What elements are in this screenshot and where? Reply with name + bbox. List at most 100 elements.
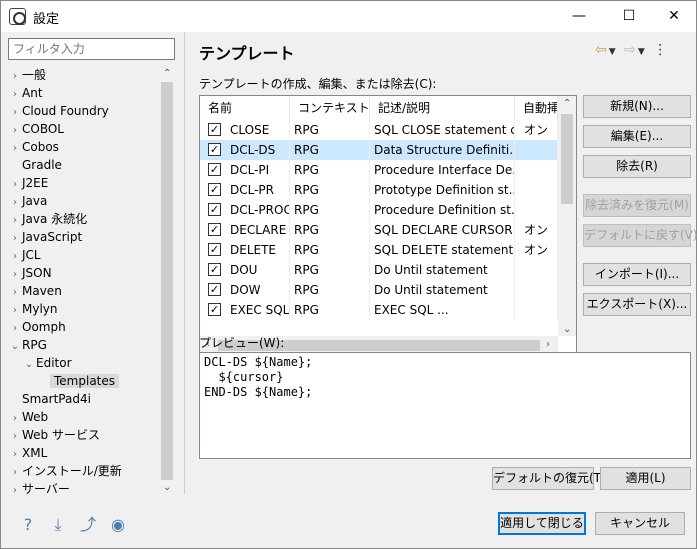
enable-checkbox[interactable]: ✓ [208, 123, 221, 136]
import-button[interactable]: インポート(I)... [583, 263, 691, 286]
tree-item[interactable]: › Web サービス [8, 426, 100, 444]
cell-context: RPG [290, 120, 370, 140]
more-icon[interactable]: ⋮ [653, 42, 669, 58]
tree-item[interactable]: › Cobos [8, 138, 59, 156]
back-arrow-icon[interactable]: ⇦ [595, 42, 609, 58]
export-button[interactable]: エクスポート(X)... [583, 293, 691, 316]
forward-menu-icon[interactable]: ▼ [638, 47, 647, 57]
window-title: 設定 [33, 12, 60, 27]
apply-button[interactable]: 適用(L) [600, 467, 691, 490]
remove-button[interactable]: 除去(R) [583, 155, 691, 178]
pane-divider[interactable] [184, 32, 185, 494]
close-button[interactable]: ✕ [651, 1, 697, 32]
tree-item[interactable]: › Oomph [8, 318, 66, 336]
enable-checkbox[interactable]: ✓ [208, 183, 221, 196]
scroll-down-icon[interactable]: ⌄ [163, 482, 171, 493]
table-row[interactable]: ✓ DOW RPG Do Until statement [200, 280, 558, 300]
tree-item[interactable]: › JCL [8, 246, 41, 264]
forward-arrow-icon[interactable]: ⇨ [624, 42, 638, 58]
chevron-down-icon[interactable]: ⌄ [22, 356, 36, 374]
enable-checkbox[interactable]: ✓ [208, 203, 221, 216]
page-title: テンプレート [199, 44, 295, 63]
tree-item[interactable]: › XML [8, 444, 47, 462]
tree-item[interactable]: › Web [8, 408, 48, 426]
apply-and-close-button[interactable]: 適用して閉じる [498, 512, 586, 535]
tree-item[interactable]: › Mylyn [8, 300, 58, 318]
cell-desc: Data Structure Definiti... [370, 140, 515, 160]
tree-item[interactable]: › Maven [8, 282, 62, 300]
tree-item[interactable]: › JavaScript [8, 228, 82, 246]
restore-defaults-button[interactable]: デフォルトの復元(T) [492, 467, 606, 490]
cell-desc: Prototype Definition st... [370, 180, 515, 200]
table-row[interactable]: ✓ DOU RPG Do Until statement [200, 260, 558, 280]
table-row[interactable]: ✓ DECLARE RPG SQL DECLARE CURSOR ... オン [200, 220, 558, 240]
new-button[interactable]: 新規(N)... [583, 95, 691, 118]
table-row[interactable]: ✓ CLOSE RPG SQL CLOSE statement c... オン [200, 120, 558, 140]
column-header-context[interactable]: コンテキスト [290, 96, 370, 120]
cancel-button[interactable]: キャンセル [595, 512, 685, 535]
tree-item[interactable]: › JSON [8, 264, 52, 282]
tree-item[interactable]: Gradle [8, 156, 62, 174]
table-vscroll-thumb[interactable] [561, 114, 573, 204]
table-vertical-scrollbar[interactable]: ⌃ ⌄ [558, 96, 576, 336]
table-row[interactable]: ✓ DCL-DS RPG Data Structure Definiti... [200, 140, 558, 160]
enable-checkbox[interactable]: ✓ [208, 163, 221, 176]
cell-name: CLOSE [224, 120, 290, 140]
cell-auto [515, 200, 558, 220]
enable-checkbox[interactable]: ✓ [208, 143, 221, 156]
tree-item[interactable]: ⌄ Editor [22, 354, 72, 372]
table-row[interactable]: ✓ DELETE RPG SQL DELETE statement ... オン [200, 240, 558, 260]
column-header-auto-insert[interactable]: 自動挿 [515, 96, 558, 120]
tree-scroll-thumb[interactable] [161, 82, 173, 480]
column-header-description[interactable]: 記述/説明 [370, 96, 515, 120]
scroll-up-icon[interactable]: ⌃ [563, 98, 571, 109]
scroll-right-icon[interactable]: › [546, 339, 550, 350]
tree-item[interactable]: › J2EE [8, 174, 48, 192]
tree-item[interactable]: › Cloud Foundry [8, 102, 109, 120]
table-row[interactable]: ✓ DCL-PR RPG Prototype Definition st... [200, 180, 558, 200]
cell-auto: オン [515, 240, 558, 260]
tree-item[interactable]: Templates [36, 372, 120, 390]
tree-item-label: JSON [22, 266, 52, 280]
tree-item[interactable]: › COBOL [8, 120, 64, 138]
tree-item[interactable]: › Java 永続化 [8, 210, 87, 228]
record-icon[interactable]: ◉ [107, 514, 129, 536]
enable-checkbox[interactable]: ✓ [208, 283, 221, 296]
export-preferences-icon[interactable]: ⤴ [77, 514, 99, 536]
edit-button[interactable]: 編集(E)... [583, 125, 691, 148]
table-row[interactable]: ✓ EXEC SQL RPG EXEC SQL ... [200, 300, 558, 320]
tree-scrollbar[interactable]: ⌃ ⌄ [159, 66, 175, 496]
tree-item[interactable]: SmartPad4i [8, 390, 91, 408]
tree-item-label: Ant [22, 86, 43, 100]
maximize-button[interactable]: ☐ [606, 1, 652, 32]
tree-item[interactable]: › サーバー [8, 480, 70, 496]
scroll-up-icon[interactable]: ⌃ [163, 68, 171, 79]
minimize-button[interactable]: — [556, 1, 602, 32]
tree-item-label: Maven [22, 284, 62, 298]
tree-item[interactable]: › Ant [8, 84, 43, 102]
enable-checkbox[interactable]: ✓ [208, 223, 221, 236]
revert-to-default-button[interactable]: デフォルトに戻す(V) [583, 224, 697, 247]
enable-checkbox[interactable]: ✓ [208, 263, 221, 276]
table-row[interactable]: ✓ DCL-PROC RPG Procedure Definition st... [200, 200, 558, 220]
tree-item[interactable]: › インストール/更新 [8, 462, 122, 480]
chevron-right-icon[interactable]: › [8, 482, 22, 496]
tree-item-label: 一般 [22, 68, 47, 82]
enable-checkbox[interactable]: ✓ [208, 243, 221, 256]
cell-context: RPG [290, 160, 370, 180]
import-preferences-icon[interactable]: ⤓ [47, 514, 69, 536]
table-row[interactable]: ✓ DCL-PI RPG Procedure Interface De... [200, 160, 558, 180]
preview-text[interactable]: DCL-DS ${Name}; ${cursor} END-DS ${Name}… [199, 352, 691, 459]
enable-checkbox[interactable]: ✓ [208, 303, 221, 316]
restore-removed-button[interactable]: 除去済みを復元(M) [583, 194, 691, 217]
filter-input[interactable] [8, 38, 175, 60]
back-menu-icon[interactable]: ▼ [609, 47, 618, 57]
tree-item[interactable]: ⌄ RPG [8, 336, 47, 354]
tree-item[interactable]: › Java [8, 192, 47, 210]
tree-item[interactable]: › 一般 [8, 66, 46, 84]
help-icon[interactable]: ? [17, 514, 39, 536]
chevron-down-icon[interactable]: ⌄ [8, 338, 22, 356]
templates-label: テンプレートの作成、編集、または除去(C): [199, 77, 437, 91]
scroll-down-icon[interactable]: ⌄ [563, 324, 571, 335]
tree-item-label: Gradle [22, 158, 62, 172]
